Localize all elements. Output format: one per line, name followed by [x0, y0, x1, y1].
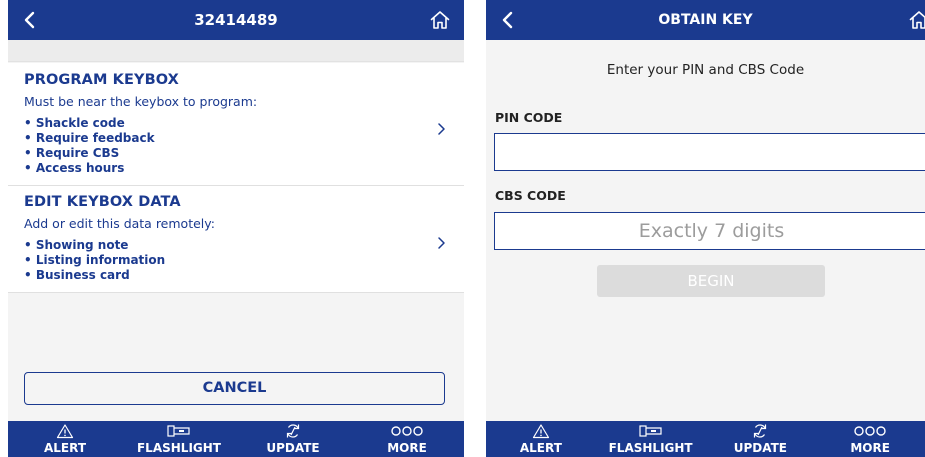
- sync-icon: [286, 424, 300, 438]
- bottom-tab-bar: ALERT FLASHLIGHT UPDATE MORE: [486, 421, 925, 457]
- cancel-button[interactable]: CANCEL: [24, 372, 445, 405]
- chevron-right-icon: [438, 123, 445, 135]
- tab-label: ALERT: [519, 441, 562, 455]
- pin-code-label: PIN CODE: [495, 110, 563, 125]
- tab-update[interactable]: UPDATE: [706, 421, 816, 457]
- tab-flashlight[interactable]: FLASHLIGHT: [122, 421, 236, 457]
- cbs-code-label: CBS CODE: [495, 188, 566, 203]
- header-bar: OBTAIN KEY: [486, 0, 925, 40]
- list-item: • Shackle code: [24, 116, 125, 130]
- tab-label: UPDATE: [266, 441, 320, 455]
- obtain-key-screen: OBTAIN KEY Enter your PIN and CBS Code P…: [486, 0, 925, 457]
- list-item: • Require feedback: [24, 131, 155, 145]
- card-title: PROGRAM KEYBOX: [24, 72, 179, 88]
- chevron-right-icon: [438, 237, 445, 249]
- list-item: • Listing information: [24, 253, 166, 267]
- edit-keybox-data-card[interactable]: EDIT KEYBOX DATA Add or edit this data r…: [8, 186, 464, 293]
- header-spacer: [8, 40, 464, 62]
- tab-label: MORE: [387, 441, 427, 455]
- tab-alert[interactable]: ALERT: [486, 421, 596, 457]
- flashlight-icon: [639, 425, 662, 437]
- flashlight-icon: [167, 425, 190, 437]
- card-bullet-list: • Shackle code • Require feedback • Requ…: [24, 116, 155, 176]
- more-dots-icon: [854, 426, 886, 436]
- page-title: OBTAIN KEY: [658, 12, 753, 28]
- tab-label: UPDATE: [733, 441, 787, 455]
- pin-code-input[interactable]: [494, 133, 925, 171]
- more-dots-icon: [391, 426, 423, 436]
- sync-icon: [754, 424, 767, 438]
- list-item: • Require CBS: [24, 146, 120, 160]
- tab-label: ALERT: [43, 441, 87, 455]
- page-title: 32414489: [194, 11, 278, 29]
- card-bullet-list: • Showing note • Listing information • B…: [24, 238, 165, 283]
- list-item: • Access hours: [24, 161, 125, 175]
- tab-alert[interactable]: ALERT: [8, 421, 122, 457]
- card-title: EDIT KEYBOX DATA: [24, 194, 181, 210]
- tab-label: FLASHLIGHT: [136, 441, 221, 455]
- instruction-text: Enter your PIN and CBS Code: [606, 62, 805, 78]
- cbs-code-input[interactable]: [494, 212, 925, 250]
- alert-triangle-icon: [56, 424, 74, 439]
- card-subtitle: Must be near the keybox to program:: [24, 94, 258, 109]
- tab-more[interactable]: MORE: [815, 421, 925, 457]
- alert-triangle-icon: [532, 424, 549, 439]
- keybox-options-screen: 32414489 PROGRAM KEYBOX Must be near the…: [8, 0, 464, 457]
- list-item: • Showing note: [24, 238, 129, 252]
- home-icon[interactable]: [428, 8, 452, 32]
- tab-label: MORE: [850, 441, 890, 455]
- list-item: • Business card: [24, 268, 130, 282]
- card-subtitle: Add or edit this data remotely:: [24, 216, 215, 231]
- back-icon[interactable]: [496, 6, 520, 34]
- bottom-tab-bar: ALERT FLASHLIGHT UPDATE MORE: [8, 421, 464, 457]
- tab-more[interactable]: MORE: [350, 421, 464, 457]
- home-icon[interactable]: [907, 8, 925, 32]
- program-keybox-card[interactable]: PROGRAM KEYBOX Must be near the keybox t…: [8, 63, 464, 186]
- back-icon[interactable]: [18, 6, 42, 34]
- tab-update[interactable]: UPDATE: [236, 421, 350, 457]
- begin-button[interactable]: BEGIN: [597, 265, 825, 297]
- tab-flashlight[interactable]: FLASHLIGHT: [596, 421, 706, 457]
- header-bar: 32414489: [8, 0, 464, 40]
- tab-label: FLASHLIGHT: [608, 441, 693, 455]
